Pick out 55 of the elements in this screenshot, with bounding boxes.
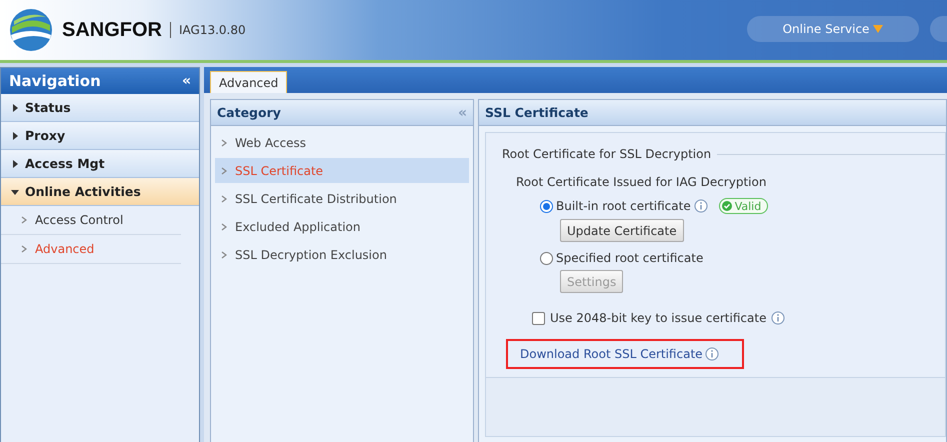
- nav-item-label: Access Control: [35, 213, 124, 227]
- panel-title: SSL Certificate: [485, 105, 588, 120]
- nav-item[interactable]: Access Control: [1, 206, 181, 235]
- download-link[interactable]: Download Root SSL Certificate: [520, 347, 703, 361]
- radio-button[interactable]: [540, 252, 553, 264]
- expanded-arrow-icon: [11, 188, 19, 196]
- radio-label: Specified root certificate: [556, 251, 704, 265]
- nav-group-label: Proxy: [25, 128, 66, 143]
- radio-label: Built-in root certificate: [556, 199, 691, 213]
- checkbox[interactable]: [532, 312, 545, 324]
- category-item[interactable]: SSL Certificate Distribution: [215, 186, 469, 211]
- collapsed-arrow-icon: [11, 132, 19, 140]
- nav-group[interactable]: Online Activities: [1, 178, 199, 206]
- brand-name: SANGFOR: [62, 18, 162, 42]
- nav-group[interactable]: Status: [1, 94, 199, 122]
- collapsed-arrow-icon: [11, 160, 19, 168]
- chevron-icon: [21, 216, 27, 224]
- section-subtitle: Root Certificate Issued for IAG Decryption: [516, 175, 768, 189]
- chevron-icon: [221, 222, 227, 230]
- info-icon: [704, 347, 719, 361]
- nav-item[interactable]: Advanced: [1, 235, 181, 264]
- category-item-label: Excluded Application: [235, 220, 360, 234]
- chevron-icon: [221, 250, 227, 258]
- version-label: IAG13.0.80: [179, 23, 246, 37]
- nav-group-label: Status: [25, 100, 71, 115]
- chevron-icon: [21, 245, 27, 253]
- tab[interactable]: Advanced: [210, 71, 288, 93]
- category-item[interactable]: Excluded Application: [215, 214, 469, 239]
- collapsed-arrow-icon: [11, 104, 19, 112]
- navigation-title: Navigation: [9, 72, 101, 90]
- check-icon: [722, 201, 732, 211]
- category-item[interactable]: SSL Decryption Exclusion: [215, 242, 469, 267]
- chevron-icon: [221, 194, 227, 202]
- info-icon: [771, 311, 786, 325]
- chevron-icon: [221, 138, 227, 146]
- section-legend: Root Certificate for SSL Decryption: [502, 147, 712, 161]
- category-item-label: SSL Decryption Exclusion: [235, 248, 387, 262]
- category-item[interactable]: Web Access: [215, 130, 469, 155]
- chevron-icon: [221, 166, 227, 174]
- globe-logo-icon: [8, 7, 54, 53]
- collapse-button[interactable]: «: [182, 73, 191, 89]
- nav-group-label: Online Activities: [25, 184, 141, 199]
- nav-group-label: Access Mgt: [25, 156, 105, 171]
- category-title: Category: [217, 105, 281, 120]
- radio-button[interactable]: [540, 200, 553, 212]
- status-badge: Valid: [718, 198, 768, 214]
- update-certificate-button[interactable]: Update Certificate: [560, 219, 684, 242]
- dropdown-caret-icon: [873, 25, 884, 33]
- category-item-label: Web Access: [235, 136, 306, 150]
- nav-group[interactable]: Access Mgt: [1, 150, 199, 178]
- nav-item-label: Advanced: [35, 242, 94, 256]
- category-item-label: SSL Certificate Distribution: [235, 192, 397, 206]
- category-item-label: SSL Certificate: [235, 164, 324, 178]
- nav-group[interactable]: Proxy: [1, 122, 199, 150]
- checkbox-label: Use 2048-bit key to issue certificate: [550, 311, 766, 325]
